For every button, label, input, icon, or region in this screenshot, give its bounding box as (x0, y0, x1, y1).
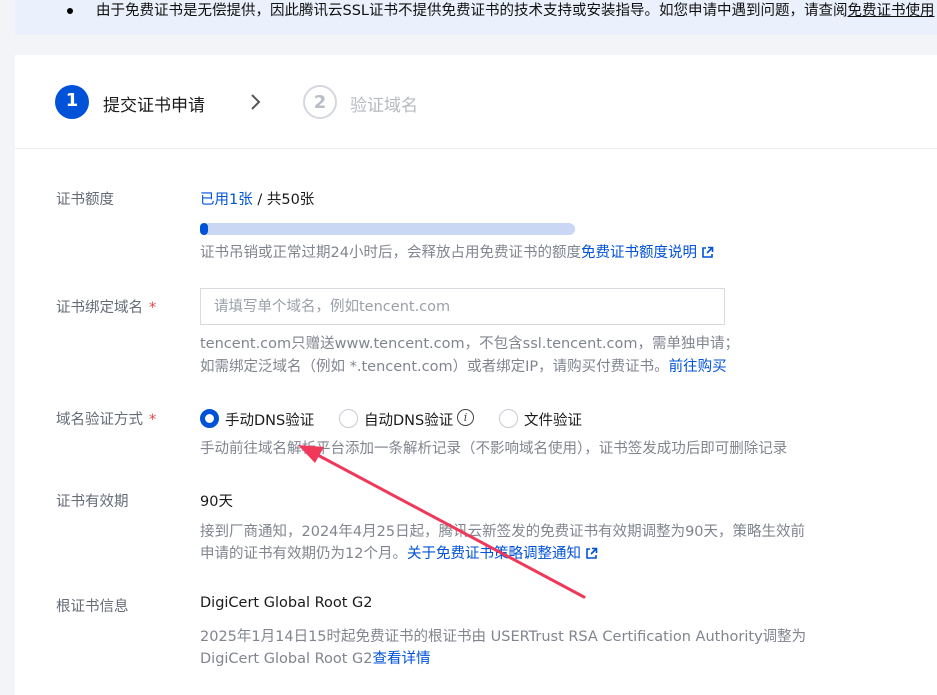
root-cert-label: 根证书信息 (56, 599, 129, 615)
step-1-number: 1 (55, 85, 89, 119)
notice-banner: 由于免费证书是无偿提供，因此腾讯云SSL证书不提供免费证书的技术支持或安装指导。… (15, 0, 937, 35)
root-cert-hint-1: 2025年1月14日15时起免费证书的根证书由 USERTrust RSA Ce… (200, 629, 807, 645)
external-link-icon[interactable] (585, 547, 598, 560)
radio-auto-dns[interactable] (339, 409, 358, 428)
validity-hint-1: 接到厂商通知，2024年4月25日起，腾讯云新签发的免费证书有效期调整为90天，… (200, 524, 806, 540)
validity-hint-2: 申请的证书有效期仍为12个月。关于免费证书策略调整通知 (200, 543, 598, 566)
verify-method-label: 域名验证方式 * (56, 412, 157, 428)
step-2-label: 验证域名 (350, 96, 418, 116)
root-cert-value: DigiCert Global Root G2 (200, 595, 373, 611)
required-asterisk: * (149, 412, 157, 428)
notice-text: 由于免费证书是无偿提供，因此腾讯云SSL证书不提供免费证书的技术支持或安装指导。… (96, 3, 935, 19)
step-1-label: 提交证书申请 (103, 96, 205, 116)
validity-value: 90天 (200, 494, 233, 510)
verify-method-hint: 手动前往域名解析平台添加一条解析记录（不影响域名使用），证书签发成功后即可删除记… (200, 441, 788, 457)
external-link-icon[interactable] (701, 246, 714, 259)
domain-hint-1: tencent.com只赠送www.tencent.com，不包含ssl.ten… (200, 336, 740, 352)
quota-label: 证书额度 (56, 192, 114, 208)
quota-progress-bar (200, 223, 575, 235)
radio-manual-dns-label[interactable]: 手动DNS验证 (225, 409, 314, 430)
domain-hint-2: 如需绑定泛域名（例如 *.tencent.com）或者绑定IP，请购买付费证书。… (200, 359, 727, 375)
radio-manual-dns[interactable] (200, 409, 219, 428)
root-cert-hint-2: DigiCert Global Root G2查看详情 (200, 651, 431, 667)
radio-auto-dns-label[interactable]: 自动DNS验证 (364, 409, 453, 430)
bullet-dot (67, 8, 73, 14)
view-details-link[interactable]: 查看详情 (373, 651, 431, 667)
radio-file-label[interactable]: 文件验证 (524, 409, 582, 430)
policy-notice-link[interactable]: 关于免费证书策略调整通知 (407, 546, 581, 562)
required-asterisk: * (149, 300, 157, 316)
quota-value: 已用1张 / 共50张 (200, 192, 315, 208)
info-icon[interactable]: i (457, 409, 474, 426)
quota-explain-link[interactable]: 免费证书额度说明 (581, 245, 697, 261)
quota-total: 共50张 (266, 192, 315, 208)
chevron-right-icon (251, 94, 261, 110)
quota-progress-fill (200, 223, 208, 235)
step-bar: 1 提交证书申请 2 验证域名 (15, 55, 937, 149)
quota-hint: 证书吊销或正常过期24小时后，会释放占用免费证书的额度免费证书额度说明 (200, 242, 714, 265)
radio-file[interactable] (499, 409, 518, 428)
domain-label: 证书绑定域名 * (56, 300, 157, 316)
quota-used: 已用1张 (200, 192, 253, 208)
domain-input[interactable] (200, 288, 725, 325)
go-purchase-link[interactable]: 前往购买 (669, 359, 727, 375)
application-form-card: 1 提交证书申请 2 验证域名 证书额度 已用1张 / 共50张 证书吊销或正常… (15, 55, 937, 695)
validity-label: 证书有效期 (56, 494, 129, 510)
free-cert-usage-link[interactable]: 免费证书使用 (847, 3, 934, 19)
step-2-number: 2 (303, 85, 337, 119)
